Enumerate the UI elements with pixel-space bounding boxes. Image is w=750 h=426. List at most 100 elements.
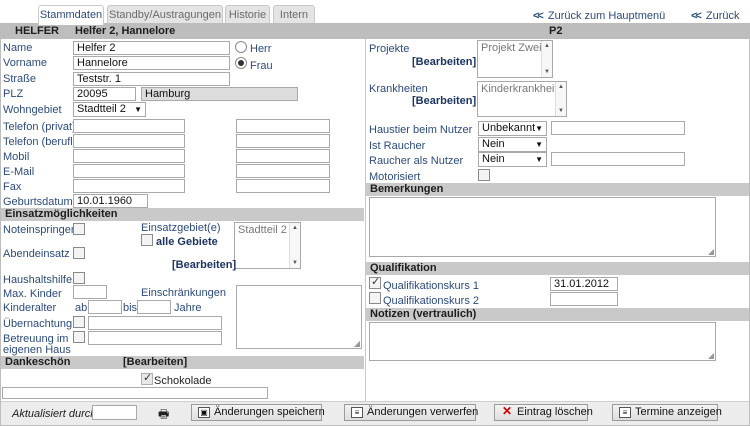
delete-button-label: Eintrag löschen xyxy=(517,406,593,418)
fax-field-2[interactable] xyxy=(236,179,330,193)
max-kinder-field[interactable] xyxy=(73,285,107,299)
plz-field[interactable]: 20095 xyxy=(73,87,136,101)
discard-button[interactable]: ≡ Änderungen verwerfen xyxy=(344,404,478,421)
scroll-down-icon[interactable]: ▼ xyxy=(292,260,298,266)
record-name: Helfer 2, Hannelore xyxy=(75,25,176,37)
krankheiten-edit-link[interactable]: [Bearbeiten] xyxy=(412,95,476,107)
strasse-label: Straße xyxy=(3,73,37,85)
mobil-field-2[interactable] xyxy=(236,149,330,163)
motorisiert-checkbox[interactable] xyxy=(478,169,490,181)
kurs2-date-field[interactable] xyxy=(550,292,618,306)
abendeinsatz-label: Abendeinsatz xyxy=(3,248,70,260)
printer-icon[interactable]: 🖶 xyxy=(158,405,169,426)
raucher-nutzer-select[interactable]: Nein xyxy=(478,152,547,167)
jahre-label: Jahre xyxy=(174,302,202,314)
scrollbar[interactable]: ▲ ▼ xyxy=(541,41,552,77)
aktualisiert-label: Aktualisiert durch xyxy=(12,408,97,420)
kurs1-date-field[interactable]: 31.01.2012 xyxy=(550,277,618,291)
radio-frau[interactable] xyxy=(235,57,247,69)
email-field[interactable] xyxy=(73,164,185,178)
geburtsdatum-field[interactable]: 10.01.1960 xyxy=(73,194,148,208)
einsatz-section-header: Einsatzmöglichkeiten xyxy=(1,208,364,221)
scroll-down-icon[interactable]: ▼ xyxy=(544,69,550,75)
dankeschoen-section-header: Dankeschön [Bearbeiten] xyxy=(1,356,364,369)
uebernachtung-checkbox[interactable] xyxy=(73,316,85,328)
haustier-select[interactable]: Unbekannt xyxy=(478,121,547,136)
einsatzgebiete-listbox[interactable]: Stadtteil 2 ▲ ▼ xyxy=(234,222,301,269)
record-code: P2 xyxy=(549,25,563,37)
resize-grip-icon[interactable]: ◢ xyxy=(708,351,714,360)
scroll-down-icon[interactable]: ▼ xyxy=(558,108,564,114)
tel-privat-field-2[interactable] xyxy=(236,119,330,133)
dankeschoen-field[interactable] xyxy=(2,387,268,399)
back-to-main-label: Zurück zum Hauptmenü xyxy=(547,10,666,22)
notizen-section-header: Notizen (vertraulich) xyxy=(366,308,749,321)
qualifikation-section-header: Qualifikation xyxy=(366,262,749,275)
kinderalter-bis-field[interactable] xyxy=(137,300,171,314)
radio-herr[interactable] xyxy=(235,41,247,53)
double-chevron-left-icon: << xyxy=(533,10,544,22)
uebernachtung-label: Übernachtung xyxy=(3,318,73,330)
listbox-item[interactable]: Kinderkrankheit xyxy=(481,83,557,95)
tab-intern[interactable]: Intern xyxy=(273,5,315,24)
raucher-nutzer-field[interactable] xyxy=(551,152,685,166)
fax-field[interactable] xyxy=(73,179,185,193)
tab-standby-austragungen[interactable]: Standby/Austragungen xyxy=(107,5,223,24)
vorname-field[interactable]: Hannelore xyxy=(73,56,230,70)
name-field[interactable]: Helfer 2 xyxy=(73,41,230,55)
tel-privat-field[interactable] xyxy=(73,119,185,133)
listbox-item[interactable]: Projekt Zwei xyxy=(481,42,542,54)
haushaltshilfe-label: Haushaltshilfe xyxy=(3,274,73,286)
tel-beruf-field-2[interactable] xyxy=(236,134,330,148)
bemerkungen-textarea[interactable]: ◢ xyxy=(369,197,716,257)
raucher-select[interactable]: Nein xyxy=(478,137,547,152)
tab-stammdaten[interactable]: Stammdaten xyxy=(38,5,104,25)
dankeschoen-edit-link[interactable]: [Bearbeiten] xyxy=(123,356,187,369)
kinderalter-ab-field[interactable] xyxy=(88,300,122,314)
termine-button[interactable]: ≡ Termine anzeigen xyxy=(612,404,722,421)
back-to-main-link[interactable]: << Zurück zum Hauptmenü xyxy=(533,10,665,22)
wohngebiet-select[interactable]: Stadtteil 2 xyxy=(73,102,146,117)
abendeinsatz-checkbox[interactable] xyxy=(73,247,85,259)
listbox-item[interactable]: Stadtteil 2 xyxy=(238,224,287,236)
haustier-field[interactable] xyxy=(551,121,685,135)
save-button[interactable]: ▣ Änderungen speichern xyxy=(191,404,325,421)
alle-gebiete-checkbox[interactable] xyxy=(141,234,153,246)
haushaltshilfe-checkbox[interactable] xyxy=(73,272,85,284)
kurs1-label: Qualifikationskurs 1 xyxy=(383,280,479,292)
tab-historie[interactable]: Historie xyxy=(225,5,270,24)
email-label: E-Mail xyxy=(3,166,35,178)
einschraenkungen-textarea[interactable]: ◢ xyxy=(236,285,362,349)
delete-button[interactable]: ✕ Eintrag löschen xyxy=(494,404,593,421)
scroll-up-icon[interactable]: ▲ xyxy=(558,84,564,90)
betreuung-checkbox[interactable] xyxy=(73,331,85,343)
alle-gebiete-label: alle Gebiete xyxy=(156,236,218,248)
schokolade-checkbox[interactable] xyxy=(141,371,153,385)
scroll-up-icon[interactable]: ▲ xyxy=(544,43,550,49)
tel-beruf-field[interactable] xyxy=(73,134,185,148)
kurs2-checkbox[interactable] xyxy=(369,292,381,304)
projekte-edit-link[interactable]: [Bearbeiten] xyxy=(412,56,476,68)
herr-label: Herr xyxy=(250,43,272,55)
kurs1-checkbox[interactable] xyxy=(369,275,381,289)
betreuung-field[interactable] xyxy=(88,331,222,345)
scrollbar[interactable]: ▲ ▼ xyxy=(555,82,566,116)
notizen-textarea[interactable]: ◢ xyxy=(369,322,716,361)
resize-grip-icon[interactable]: ◢ xyxy=(354,339,360,348)
noteinspringer-checkbox[interactable] xyxy=(73,223,85,235)
scroll-up-icon[interactable]: ▲ xyxy=(292,225,298,231)
einsatzgebiete-label: Einsatzgebiet(e) xyxy=(141,222,221,234)
uebernachtung-field[interactable] xyxy=(88,316,222,330)
kurs2-label: Qualifikationskurs 2 xyxy=(383,295,479,307)
scrollbar[interactable]: ▲ ▼ xyxy=(289,223,300,268)
strasse-field[interactable]: Teststr. 1 xyxy=(73,72,230,86)
back-link[interactable]: << Zurück xyxy=(691,10,739,22)
krankheiten-listbox[interactable]: Kinderkrankheit ▲ ▼ xyxy=(477,81,567,117)
mobil-field[interactable] xyxy=(73,149,185,163)
einsatzgebiete-edit-link[interactable]: [Bearbeiten] xyxy=(172,259,236,271)
email-field-2[interactable] xyxy=(236,164,330,178)
resize-grip-icon[interactable]: ◢ xyxy=(708,247,714,256)
projekte-listbox[interactable]: Projekt Zwei ▲ ▼ xyxy=(477,40,553,78)
ort-field: Hamburg xyxy=(141,87,298,101)
raucher-label: Ist Raucher xyxy=(369,140,426,152)
